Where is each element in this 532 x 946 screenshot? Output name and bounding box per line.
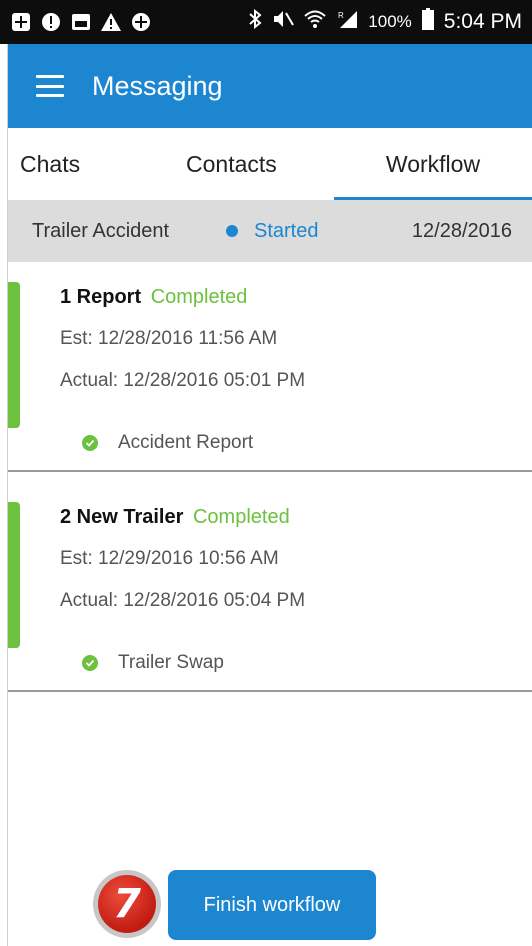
app-bar: Messaging xyxy=(8,44,532,128)
battery-icon xyxy=(421,8,434,36)
step-progress-bar xyxy=(8,282,20,428)
workflow-header: Trailer Accident Started 12/28/2016 xyxy=(8,200,532,262)
app-title: Messaging xyxy=(92,70,223,101)
clock: 5:04 PM xyxy=(443,10,522,33)
alert-circle-icon xyxy=(40,11,62,33)
step-title: 1 Report Completed xyxy=(60,286,247,309)
task-label: Accident Report xyxy=(118,432,254,453)
step-estimated: Est: 12/28/2016 11:56 AM xyxy=(60,328,278,349)
workflow-name: Trailer Accident xyxy=(32,219,170,242)
workflow-status: Started xyxy=(226,220,318,243)
wifi-icon xyxy=(304,9,326,35)
tab-workflow[interactable]: Workflow xyxy=(334,128,532,200)
notification-icons xyxy=(10,11,152,33)
workflow-step[interactable]: 1 Report Completed Est: 12/28/2016 11:56… xyxy=(8,262,532,472)
step-progress-bar xyxy=(8,502,20,648)
check-circle-icon xyxy=(82,655,98,671)
check-circle-icon xyxy=(82,435,98,451)
signal-icon: R xyxy=(336,9,358,35)
svg-text:R: R xyxy=(338,11,344,20)
step-task[interactable]: Trailer Swap xyxy=(82,652,224,674)
mute-icon xyxy=(272,9,295,35)
status-dot-icon xyxy=(226,225,238,237)
step-estimated: Est: 12/29/2016 10:56 AM xyxy=(60,548,279,569)
finish-workflow-button[interactable]: Finish workflow xyxy=(168,870,376,940)
step-task[interactable]: Accident Report xyxy=(82,432,253,454)
step-name: 1 Report xyxy=(60,286,142,308)
tab-workflow-label: Workflow xyxy=(385,150,481,177)
workflow-date: 12/28/2016 xyxy=(411,219,512,242)
workflow-status-label: Started xyxy=(254,219,319,242)
plus-circle-icon xyxy=(130,11,152,33)
step-actual: Actual: 12/28/2016 05:04 PM xyxy=(60,590,306,611)
task-label: Trailer Swap xyxy=(118,652,224,673)
tab-contacts[interactable]: Contacts xyxy=(186,128,277,200)
warning-icon xyxy=(100,11,122,33)
system-status: R 100% 5:04 PM xyxy=(248,8,522,36)
workflow-step[interactable]: 2 New Trailer Completed Est: 12/29/2016 … xyxy=(8,482,532,692)
annotation-badge-number: 7 xyxy=(98,875,156,933)
battery-percent: 100% xyxy=(368,12,412,31)
tab-bar: Chats Contacts Workflow xyxy=(8,128,532,200)
step-title: 2 New Trailer Completed xyxy=(60,506,290,529)
step-name: 2 New Trailer xyxy=(60,506,184,528)
step-state: Completed xyxy=(150,286,248,308)
bluetooth-icon xyxy=(248,8,262,35)
status-bar: R 100% 5:04 PM xyxy=(0,0,532,44)
menu-icon[interactable] xyxy=(36,75,64,97)
step-state: Completed xyxy=(192,506,290,528)
step-actual: Actual: 12/28/2016 05:01 PM xyxy=(60,370,306,391)
tab-chats[interactable]: Chats xyxy=(20,128,80,200)
plus-square-icon xyxy=(10,11,32,33)
annotation-badge: 7 xyxy=(93,870,161,938)
image-icon xyxy=(70,11,92,33)
